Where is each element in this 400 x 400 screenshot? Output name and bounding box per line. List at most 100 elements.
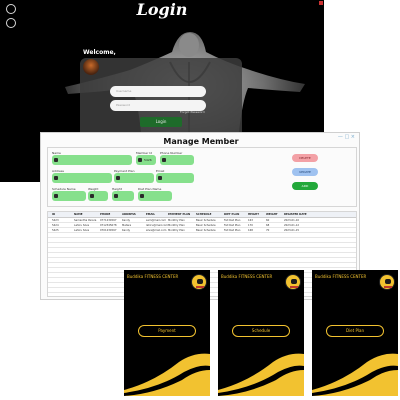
- name-field[interactable]: [52, 155, 132, 165]
- payment-card: Buddika FITNESS CENTER Payment: [124, 270, 210, 396]
- schedule-field[interactable]: [52, 191, 86, 201]
- user-icon: [54, 158, 58, 162]
- member-id-value: 5426: [144, 158, 152, 162]
- welcome-text: Welcome,: [83, 49, 116, 56]
- address-field[interactable]: [52, 173, 112, 183]
- gym-logo-icon: [191, 274, 207, 290]
- phone-icon: [162, 158, 166, 162]
- username-input[interactable]: Username: [110, 86, 206, 97]
- add-button[interactable]: ADD: [292, 182, 318, 190]
- column-header[interactable]: PAYMENT PLAN: [168, 213, 190, 216]
- table-cell: 5424: [52, 224, 59, 227]
- login-title: Login: [136, 0, 188, 19]
- table-cell: Basic Schedule: [196, 229, 216, 232]
- card-icon: [116, 176, 120, 180]
- home-icon: [54, 176, 58, 180]
- calendar-icon: [54, 194, 58, 198]
- table-cell: Fat Diet Plan: [224, 219, 241, 222]
- table-cell: lahiru@mail.com: [146, 224, 168, 227]
- table-cell: sam@mail.com: [146, 219, 166, 222]
- table-cell: Matara: [122, 224, 132, 227]
- table-row[interactable]: 5425 Lahiru Silva 0701234567 Kandy silva@mai…: [48, 229, 356, 233]
- table-cell: Basic Schedule: [196, 224, 216, 227]
- table-cell: Kandy: [122, 219, 131, 222]
- table-cell: Monthly Plan: [168, 224, 185, 227]
- column-header[interactable]: HEIGHT: [248, 213, 259, 216]
- table-cell: Fat Diet Plan: [224, 229, 241, 232]
- id-icon: [138, 158, 142, 162]
- empty-row: [48, 249, 356, 253]
- login-button[interactable]: Login: [140, 117, 182, 127]
- column-header[interactable]: PHONE: [100, 213, 110, 216]
- table-cell: 163: [248, 219, 253, 222]
- member-form: Name Member Id 5426 Phone Number Address…: [47, 147, 357, 207]
- avatar: [83, 59, 99, 75]
- table-row[interactable]: 5424 Lahiru Silva 0712345678 Matara lahiru@m…: [48, 224, 356, 228]
- table-cell: 2023-01-10: [284, 219, 300, 222]
- table-cell: 2023-01-12: [284, 224, 300, 227]
- close-icon[interactable]: [319, 1, 323, 5]
- table-cell: Monthly Plan: [168, 219, 185, 222]
- column-header[interactable]: WEIGHT: [266, 213, 278, 216]
- screenshot-collage: Login Welcome, Username Password Forgot …: [0, 0, 400, 400]
- brand-name: Buddika FITNESS CENTER: [315, 274, 367, 279]
- window-controls[interactable]: — □ ×: [338, 134, 355, 140]
- column-header[interactable]: ID: [52, 213, 55, 216]
- table-cell: 168: [248, 229, 253, 232]
- diet-plan-field[interactable]: [138, 191, 172, 201]
- page-title: Manage Member: [163, 137, 239, 146]
- wave-decoration: [124, 353, 210, 396]
- forgot-password-link[interactable]: Forgot Password: [180, 110, 205, 114]
- column-header[interactable]: REGISTER DATE: [284, 213, 307, 216]
- table-cell: Lahiru Silva: [74, 224, 90, 227]
- table-cell: Samantha Perera: [74, 219, 97, 222]
- empty-row: [48, 244, 356, 248]
- power-icon[interactable]: [6, 18, 16, 28]
- update-button[interactable]: UPDATE: [292, 168, 318, 176]
- table-cell: Monthly Plan: [168, 229, 185, 232]
- column-header[interactable]: ADDRESS: [122, 213, 136, 216]
- table-cell: Kandy: [122, 229, 131, 232]
- delete-button[interactable]: DELETE: [292, 154, 318, 162]
- table-cell: 5425: [52, 229, 59, 232]
- table-cell: 5423: [52, 219, 59, 222]
- weight-field[interactable]: [88, 191, 108, 201]
- empty-row: [48, 254, 356, 258]
- table-cell: 2023-01-15: [284, 229, 300, 232]
- empty-row: [48, 259, 356, 263]
- payment-button[interactable]: Payment: [138, 325, 196, 337]
- table-cell: 170: [248, 224, 253, 227]
- payment-plan-field[interactable]: [114, 173, 154, 183]
- brand-name: Buddika FITNESS CENTER: [221, 274, 273, 279]
- empty-row: [48, 234, 356, 238]
- height-field[interactable]: [112, 191, 134, 201]
- table-cell: silva@mail.com: [146, 229, 167, 232]
- table-cell: Basic Schedule: [196, 219, 216, 222]
- table-cell: 0701234567: [100, 229, 117, 232]
- empty-row: [48, 264, 356, 268]
- table-cell: 68: [266, 224, 270, 227]
- mail-icon: [158, 176, 162, 180]
- scale-icon: [90, 194, 94, 198]
- diet-plan-card: Buddika FITNESS CENTER Diet Plan: [312, 270, 398, 396]
- phone-field[interactable]: [160, 155, 194, 165]
- schedule-card: Buddika FITNESS CENTER Schedule: [218, 270, 304, 396]
- table-cell: 0771234567: [100, 219, 117, 222]
- column-header[interactable]: DIET PLAN: [224, 213, 239, 216]
- column-header[interactable]: EMAIL: [146, 213, 155, 216]
- schedule-button[interactable]: Schedule: [232, 325, 290, 337]
- table-cell: Lahiru Silva: [74, 229, 90, 232]
- gym-logo-icon: [379, 274, 395, 290]
- table-cell: 0712345678: [100, 224, 117, 227]
- ruler-icon: [114, 194, 118, 198]
- column-header[interactable]: SCHEDULE: [196, 213, 211, 216]
- table-row[interactable]: 5423 Samantha Perera 0771234567 Kandy sam@ma…: [48, 219, 356, 223]
- diet-plan-button[interactable]: Diet Plan: [326, 325, 384, 337]
- email-field[interactable]: [156, 173, 194, 183]
- brand-name: Buddika FITNESS CENTER: [127, 274, 179, 279]
- member-id-field[interactable]: 5426: [136, 155, 156, 165]
- wave-decoration: [312, 353, 398, 396]
- column-header[interactable]: NAME: [74, 213, 83, 216]
- table-cell: Fat Diet Plan: [224, 224, 241, 227]
- wave-decoration: [218, 353, 304, 396]
